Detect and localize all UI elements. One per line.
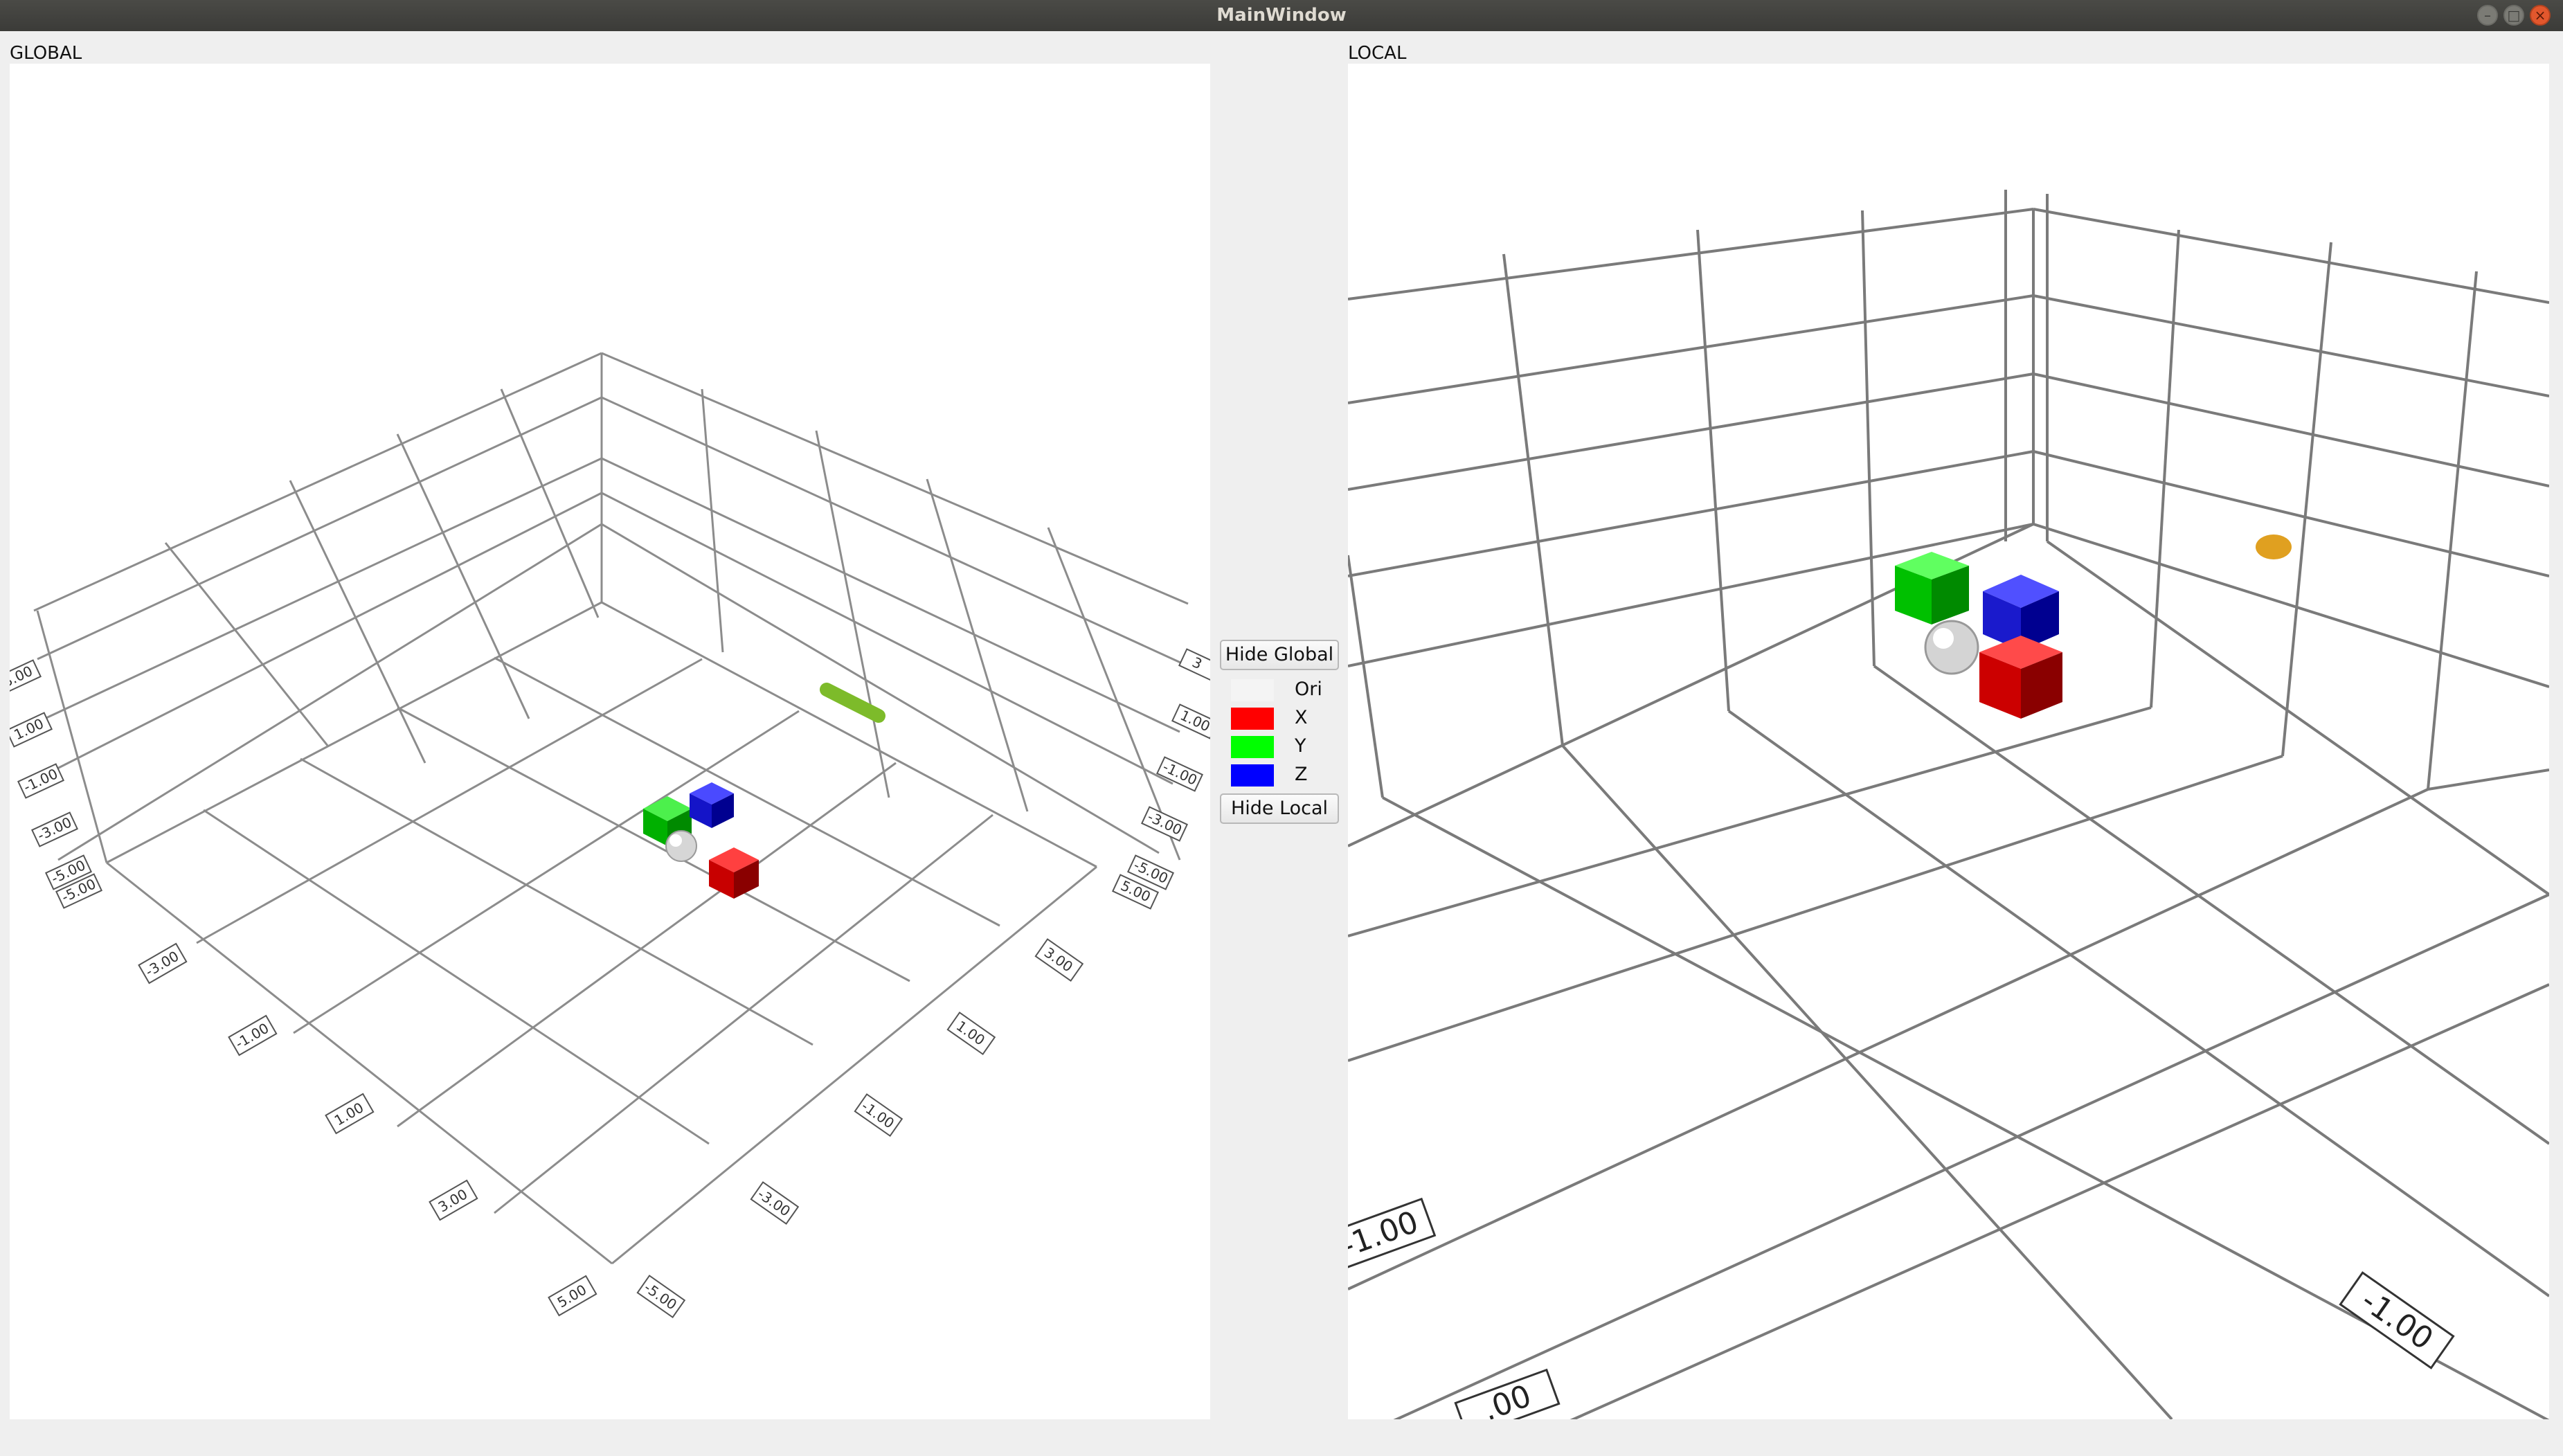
minimize-icon[interactable]: – — [2477, 5, 2498, 26]
tick-label: -1.00 — [1348, 1197, 1437, 1273]
tick-label: -1.00 — [854, 1093, 903, 1138]
local-scene-svg: -1.00 -1.00 .00 — [1348, 190, 2549, 1419]
legend-item-y: Y — [1231, 733, 1335, 760]
hide-local-button[interactable]: Hide Local — [1220, 793, 1339, 824]
legend-label: Y — [1295, 735, 1306, 757]
global-grid — [33, 352, 1189, 1265]
tick-label: 3.00 — [1034, 938, 1084, 982]
global-3d-view[interactable]: -3.00 -1.00 1.00 3.00 5.00 -5.00 -3.00 -… — [10, 64, 1210, 1419]
tick-label: -1.00 — [228, 1014, 278, 1057]
origin-sphere — [1924, 620, 1979, 675]
tick-label: -3.00 — [30, 811, 79, 847]
legend-label: Ori — [1295, 678, 1322, 700]
local-3d-view[interactable]: -1.00 -1.00 .00 — [1348, 64, 2549, 1419]
legend-item-z: Z — [1231, 761, 1335, 789]
svg-text:-1.00: -1.00 — [2355, 1283, 2440, 1357]
global-label: GLOBAL — [10, 43, 82, 64]
tick-label: -1.00 — [1155, 756, 1204, 792]
global-scene-svg: -3.00 -1.00 1.00 3.00 5.00 -5.00 -3.00 -… — [10, 352, 1210, 1319]
tick-label: 3.00 — [10, 659, 42, 695]
close-icon[interactable]: × — [2530, 5, 2551, 26]
tick-label: -3.00 — [750, 1181, 800, 1225]
local-grid — [1348, 190, 2549, 1419]
global-tick-labels: -3.00 -1.00 1.00 3.00 5.00 -5.00 -3.00 -… — [10, 648, 1210, 1319]
hide-global-button[interactable]: Hide Global — [1220, 640, 1339, 670]
y-swatch — [1231, 736, 1274, 758]
tick-label: 3.00 — [429, 1179, 478, 1221]
tick-label: -3.00 — [138, 942, 188, 985]
local-label: LOCAL — [1348, 43, 1407, 64]
x-cube — [709, 847, 759, 899]
legend-item-ori: Ori — [1231, 676, 1335, 703]
svg-text:-1.00: -1.00 — [1348, 1204, 1423, 1264]
tick-label: 5.00 — [548, 1275, 597, 1317]
y-cube — [1895, 552, 1969, 624]
status-strip — [0, 1419, 2563, 1456]
orange-marker — [2256, 534, 2292, 559]
global-objects — [643, 683, 885, 899]
local-tick-labels: -1.00 -1.00 .00 — [1348, 1197, 2455, 1419]
legend-label: X — [1295, 707, 1308, 728]
x-cube — [1979, 636, 2062, 719]
origin-sphere — [665, 830, 697, 862]
tick-label: -1.00 — [2339, 1271, 2455, 1369]
tick-label: 1.00 — [946, 1012, 996, 1056]
tick-label: 1.00 — [10, 712, 53, 748]
tick-label: 1.00 — [1171, 703, 1210, 739]
tick-label: -1.00 — [17, 763, 65, 799]
z-cube — [690, 782, 734, 828]
title-bar: MainWindow – □ × — [0, 0, 2563, 31]
legend-item-x: X — [1231, 704, 1335, 732]
ori-swatch — [1231, 679, 1274, 701]
tick-label: 1.00 — [325, 1093, 375, 1135]
x-swatch — [1231, 708, 1274, 730]
window-title: MainWindow — [1216, 5, 1347, 26]
z-swatch — [1231, 764, 1274, 787]
local-objects — [1895, 534, 2292, 719]
tick-label: -5.00 — [636, 1275, 686, 1319]
tick-label: -3.00 — [1140, 806, 1189, 842]
tick-label: .00 — [1454, 1368, 1561, 1419]
tick-label: 3 — [1178, 648, 1210, 684]
maximize-icon[interactable]: □ — [2503, 5, 2524, 26]
legend-label: Z — [1295, 764, 1308, 785]
